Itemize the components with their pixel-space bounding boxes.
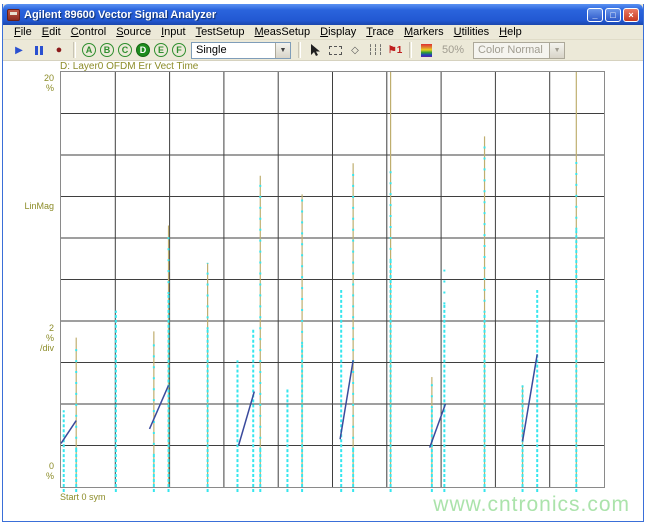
color-scale-button[interactable] [417,42,435,59]
menu-help[interactable]: Help [494,25,527,39]
chevron-down-icon: ▼ [549,42,565,58]
y-axis-bottom-label: 0 % [45,461,54,481]
rainbow-gradient-icon [420,43,432,57]
trace-f-button[interactable]: F [172,43,186,57]
trace-b-button[interactable]: B [100,43,114,57]
minimize-button[interactable]: _ [587,7,603,22]
maximize-button[interactable]: □ [605,7,621,22]
sweep-mode-value: Single [196,44,227,56]
marker-diamond-button[interactable]: ◇ [346,42,364,59]
close-button[interactable]: × [623,7,639,22]
toolbar: ▶ ● A B C D E F Single ▼ ◇ ┆┆┆ ⚑1 50% Co… [3,40,643,61]
selection-rect-icon [328,45,342,55]
menu-display[interactable]: Display [315,25,361,39]
menu-trace[interactable]: Trace [361,25,399,39]
menu-source[interactable]: Source [111,25,156,39]
band-markers-icon: ┆┆┆ [367,44,383,56]
band-markers-button[interactable]: ┆┆┆ [366,42,384,59]
record-icon: ● [55,44,63,56]
pause-button[interactable] [30,42,48,59]
color-mode-value: Color Normal [478,44,543,56]
trace-plot [60,72,604,492]
play-icon: ▶ [15,44,23,56]
record-button[interactable]: ● [50,42,68,59]
menu-bar: File Edit Control Source Input TestSetup… [3,25,643,40]
zoom-level-label: 50% [442,44,465,56]
watermark: www.cntronics.com [433,493,630,516]
pause-icon [35,45,43,55]
menu-testsetup[interactable]: TestSetup [191,25,250,39]
title-bar[interactable]: Agilent 89600 Vector Signal Analyzer _ □… [3,4,643,25]
diamond-marker-icon: ◇ [351,44,359,56]
trace-plot-grid [60,71,605,492]
y-axis-scale-label: 2 % /div [39,323,54,353]
window-title: Agilent 89600 Vector Signal Analyzer [24,8,217,21]
trace-a-button[interactable]: A [82,43,96,57]
toolbar-separator [409,42,412,58]
zoom-select-tool-button[interactable] [326,42,344,59]
app-icon [7,8,20,21]
x-axis-start-label: Start 0 sym [60,492,106,502]
trace-d-button[interactable]: D [136,43,150,57]
color-mode-select: Color Normal ▼ [473,41,566,59]
toolbar-separator [298,42,301,58]
y-axis-format-label: LinMag [24,201,54,211]
play-button[interactable]: ▶ [10,42,28,59]
sweep-mode-select[interactable]: Single ▼ [191,41,291,59]
menu-file[interactable]: File [9,25,37,39]
toolbar-separator [73,42,76,58]
trace-e-button[interactable]: E [154,43,168,57]
marker-1-icon: ⚑1 [387,44,403,56]
menu-input[interactable]: Input [156,25,190,39]
menu-edit[interactable]: Edit [37,25,66,39]
measurement-area: D: Layer0 OFDM Err Vect Time 20 % LinMag… [3,61,643,521]
chevron-down-icon[interactable]: ▼ [275,42,290,58]
menu-markers[interactable]: Markers [399,25,449,39]
pointer-tool-button[interactable] [306,42,324,59]
trace-c-button[interactable]: C [118,43,132,57]
y-axis-top-label: 20 % [43,73,54,93]
menu-utilities[interactable]: Utilities [449,25,494,39]
app-window: Agilent 89600 Vector Signal Analyzer _ □… [2,4,644,522]
menu-meassetup[interactable]: MeasSetup [249,25,315,39]
menu-control[interactable]: Control [66,25,111,39]
cursor-arrow-icon [310,43,320,56]
screen: Agilent 89600 Vector Signal Analyzer _ □… [0,0,646,523]
marker-1-button[interactable]: ⚑1 [386,42,404,59]
